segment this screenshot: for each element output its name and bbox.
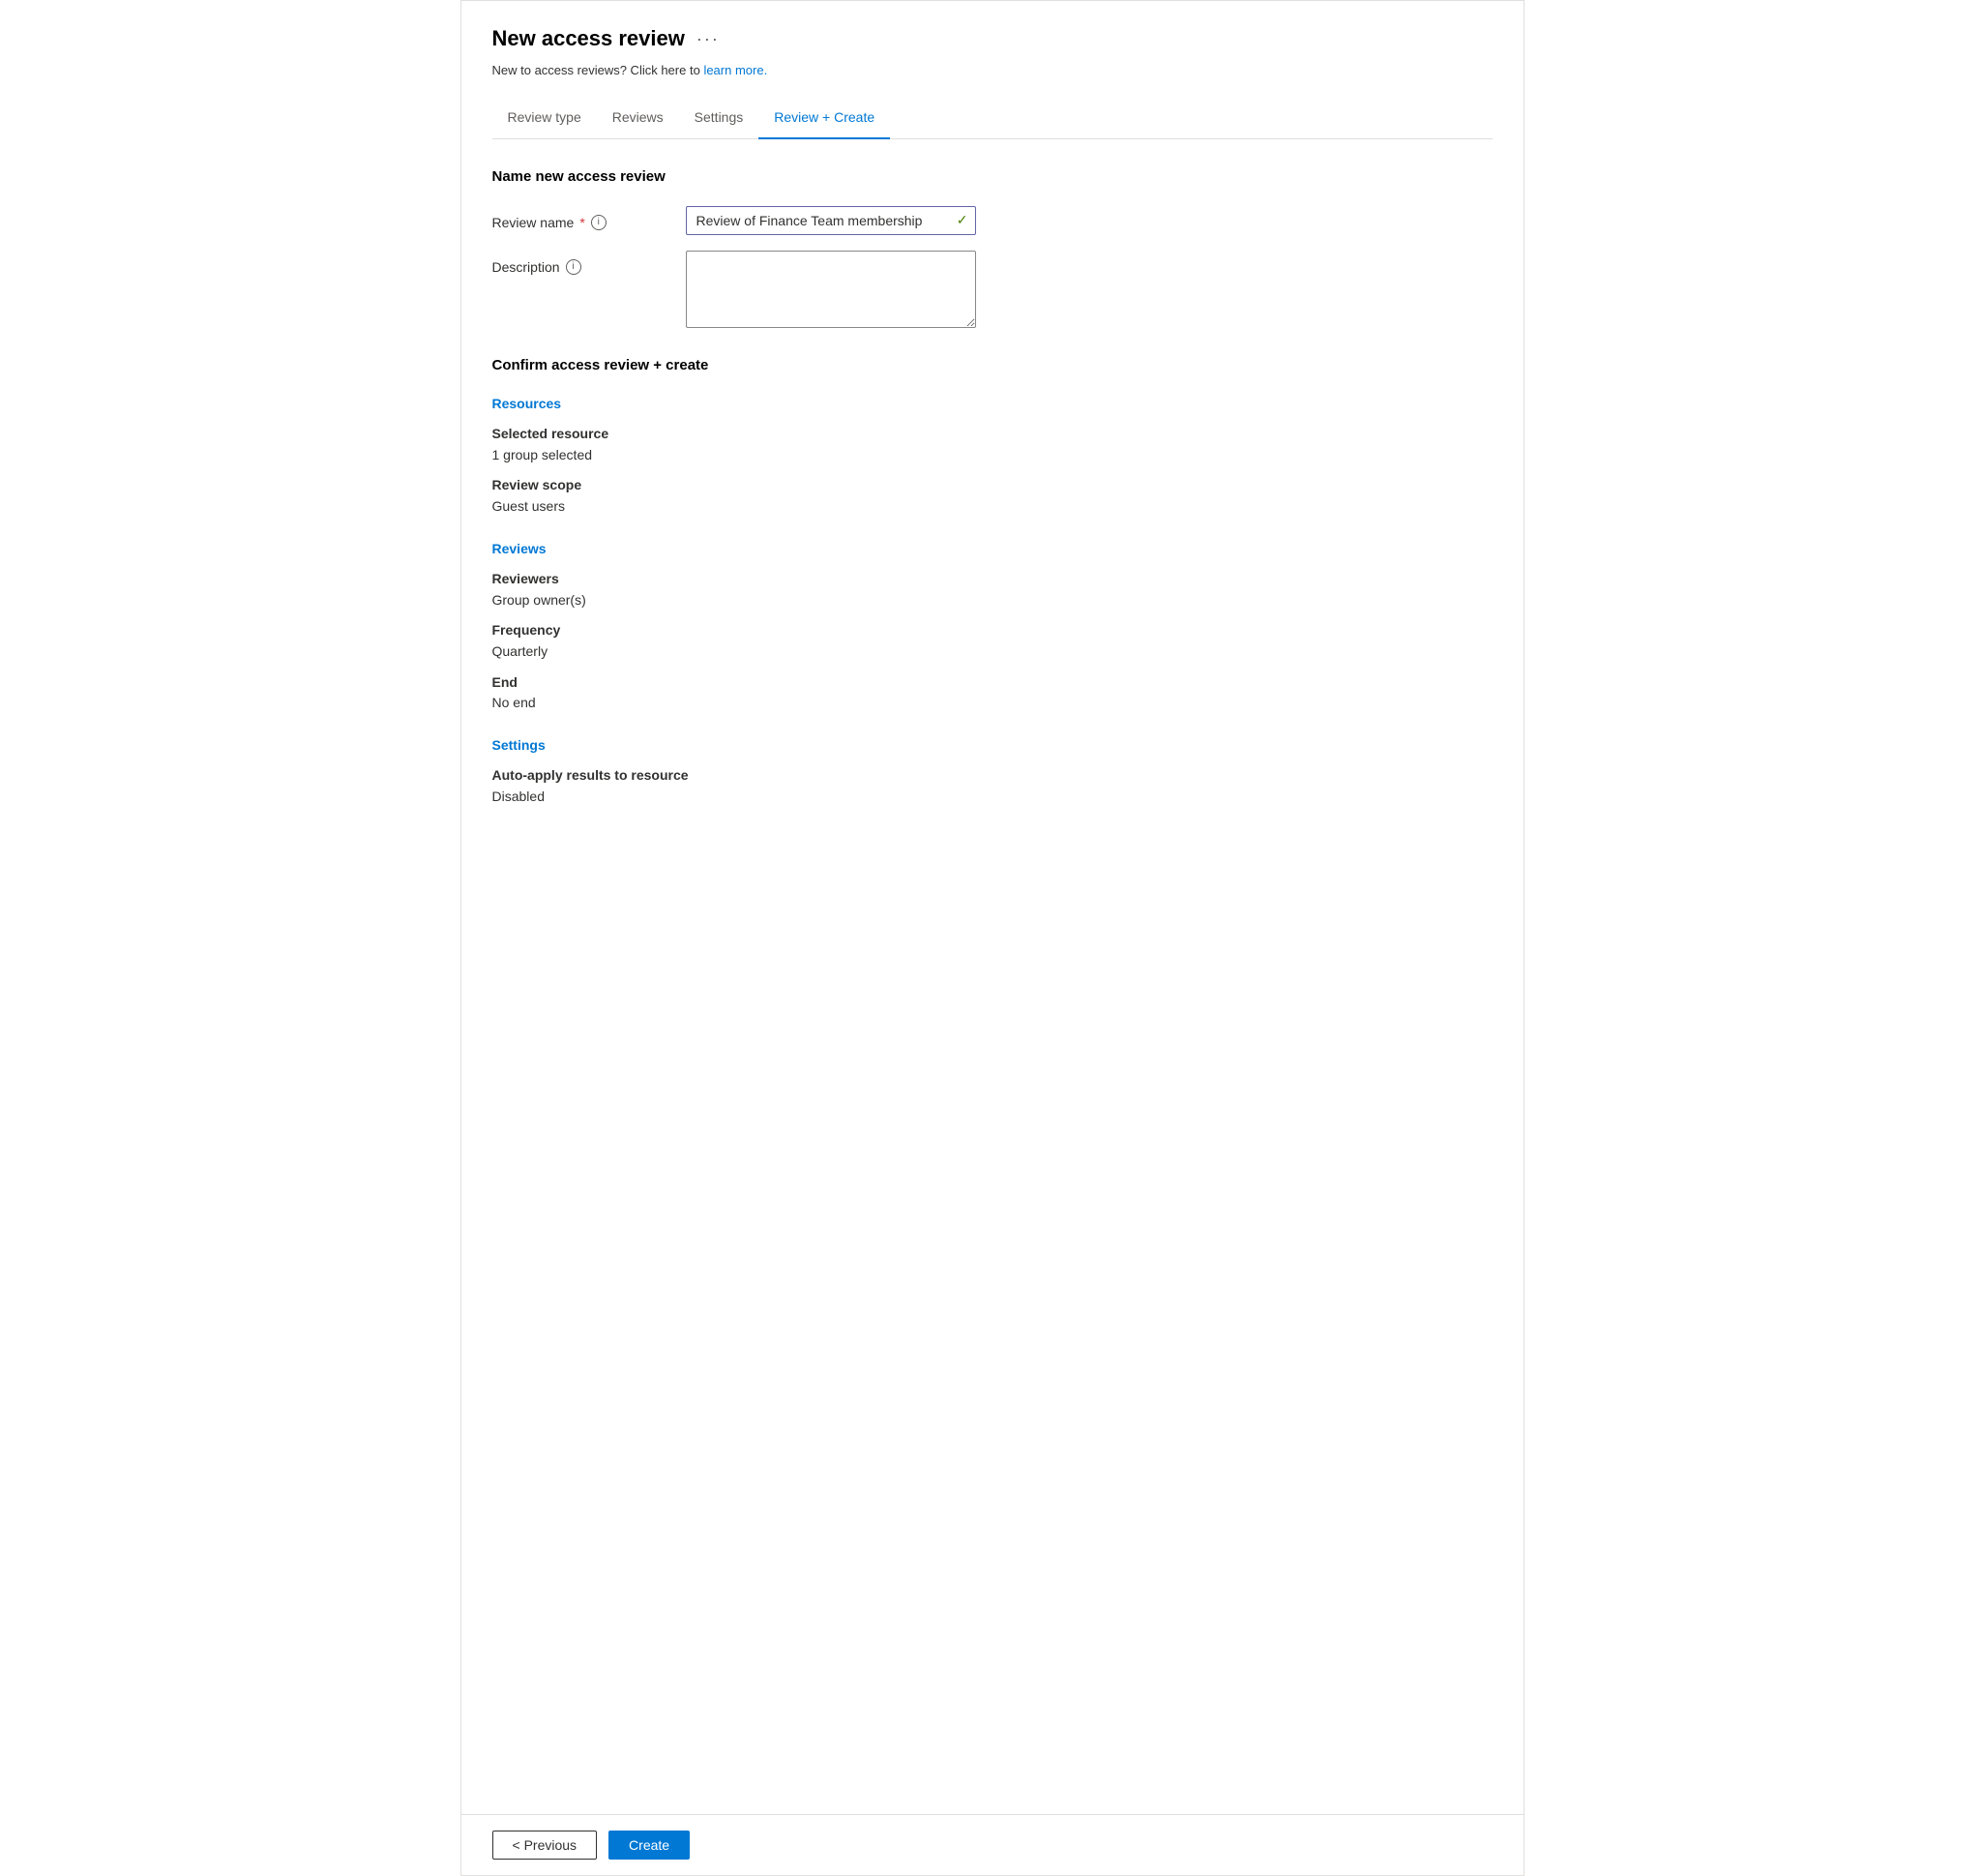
create-button[interactable]: Create [608,1831,690,1860]
page-header: New access review ··· [492,24,1493,54]
page-title: New access review [492,24,685,54]
end-value: No end [492,694,1493,713]
learn-more-link[interactable]: learn more. [703,63,767,77]
tabs-container: Review type Reviews Settings Review + Cr… [492,99,1493,139]
selected-resource-value: 1 group selected [492,446,1493,465]
description-group: Description i [492,251,1493,328]
end-field: End No end [492,673,1493,713]
review-scope-label: Review scope [492,476,1493,495]
end-label: End [492,673,1493,693]
frequency-value: Quarterly [492,642,1493,662]
resources-section: Resources Selected resource 1 group sele… [492,395,1493,517]
name-section-title: Name new access review [492,166,1493,187]
auto-apply-label: Auto-apply results to resource [492,766,1493,786]
resources-section-title: Resources [492,395,1493,414]
review-name-group: Review name * i ✓ [492,206,1493,235]
settings-section: Settings Auto-apply results to resource … [492,736,1493,807]
settings-section-title: Settings [492,736,1493,756]
review-scope-value: Guest users [492,497,1493,517]
review-name-wrapper: ✓ [686,206,976,235]
tab-review-create[interactable]: Review + Create [758,99,890,139]
reviewers-label: Reviewers [492,570,1493,589]
name-section: Name new access review Review name * i ✓… [492,166,1493,328]
selected-resource-label: Selected resource [492,425,1493,444]
selected-resource-field: Selected resource 1 group selected [492,425,1493,464]
auto-apply-value: Disabled [492,788,1493,807]
tab-review-type[interactable]: Review type [492,99,597,139]
description-info-icon[interactable]: i [566,259,581,275]
footer-bar: < Previous Create [461,1814,1524,1875]
review-name-info-icon[interactable]: i [591,215,607,230]
reviews-section-title: Reviews [492,540,1493,559]
frequency-field: Frequency Quarterly [492,621,1493,661]
description-textarea[interactable] [686,251,976,328]
frequency-label: Frequency [492,621,1493,640]
review-name-input[interactable] [686,206,976,235]
review-name-label: Review name * i [492,206,686,233]
more-options-icon[interactable]: ··· [696,27,720,51]
required-indicator: * [579,214,584,233]
tab-settings[interactable]: Settings [679,99,759,139]
learn-more-text: New to access reviews? Click here to lea… [492,62,1493,79]
reviewers-field: Reviewers Group owner(s) [492,570,1493,610]
valid-check-icon: ✓ [957,211,968,230]
confirm-section-title: Confirm access review + create [492,355,1493,375]
review-scope-field: Review scope Guest users [492,476,1493,516]
previous-button[interactable]: < Previous [492,1831,598,1860]
description-label: Description i [492,251,686,278]
confirm-section: Confirm access review + create Resources… [492,355,1493,807]
reviews-section: Reviews Reviewers Group owner(s) Frequen… [492,540,1493,713]
tab-reviews[interactable]: Reviews [597,99,679,139]
reviewers-value: Group owner(s) [492,591,1493,610]
auto-apply-field: Auto-apply results to resource Disabled [492,766,1493,806]
